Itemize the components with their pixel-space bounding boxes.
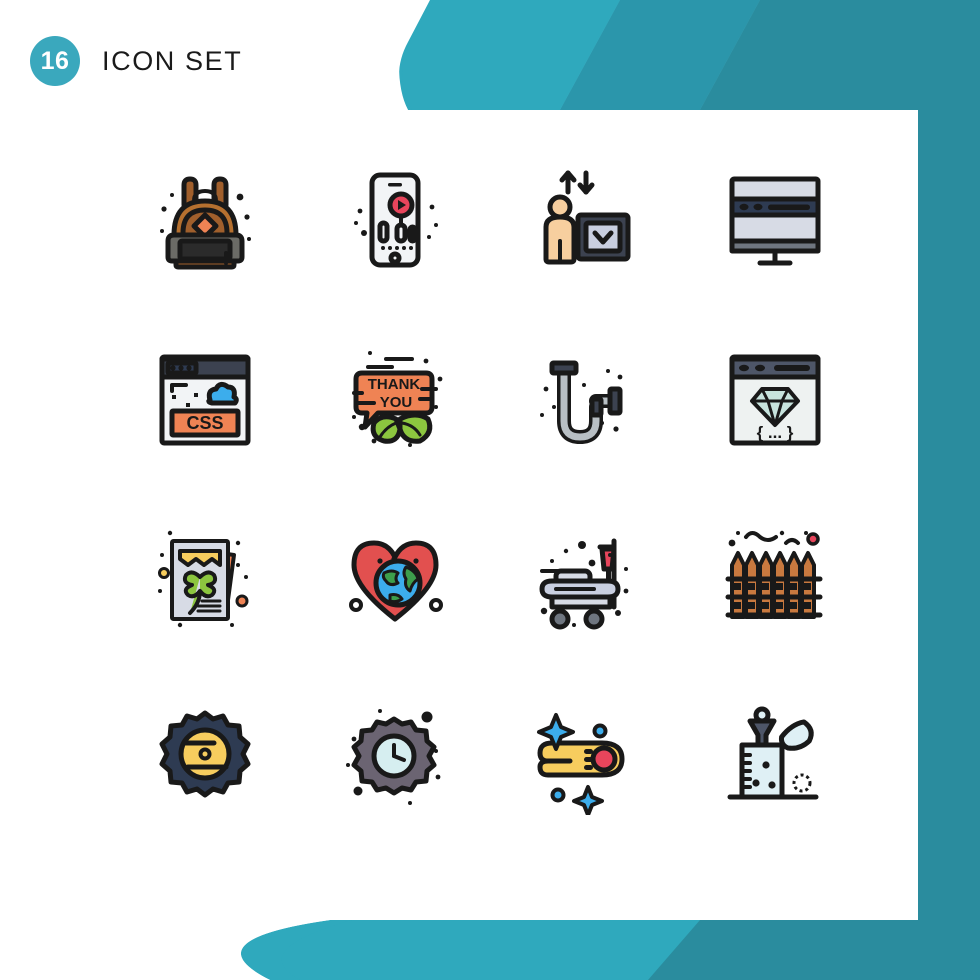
diamond-code-browser-icon: { ... } — [729, 354, 821, 446]
hospital-stretcher-icon — [539, 538, 629, 630]
desktop-monitor-icon — [729, 176, 821, 266]
right-teal-band — [918, 0, 980, 980]
icon-cell-heart-globe[interactable] — [300, 490, 490, 670]
icon-cell-gear-clock[interactable] — [300, 670, 490, 850]
icon-grid: CSS THANK YOU {...} — [110, 130, 870, 850]
lab-funnel-beaker-icon — [727, 706, 819, 800]
icon-cell-desktop-monitor[interactable] — [680, 130, 870, 310]
gear-clock-icon — [346, 709, 441, 805]
icon-cell-wooden-fence[interactable] — [680, 490, 870, 670]
thank-you-line1: THANK — [368, 376, 421, 393]
top-teal-bands-overlay — [402, 0, 980, 110]
thank-you-line2: YOU — [380, 394, 413, 411]
top-teal-bands — [399, 0, 980, 110]
thank-you-leaf-icon: THANK YOU — [352, 351, 443, 447]
icon-cell-person-upload-download[interactable] — [490, 130, 680, 310]
icon-cell-mobile-music-player[interactable] — [300, 130, 490, 310]
icon-cell-backpack[interactable] — [110, 130, 300, 310]
person-upload-download-icon — [543, 170, 631, 265]
css-browser-icon: CSS — [159, 354, 251, 446]
icon-cell-hospital-stretcher[interactable] — [490, 490, 680, 670]
clover-certificate-icon — [158, 530, 249, 628]
icon-cell-diamond-code-browser[interactable]: { ... } — [680, 310, 870, 490]
icon-set-poster: 16 Icon Set — [0, 0, 980, 980]
icon-cell-clover-certificate[interactable] — [110, 490, 300, 670]
icon-cell-lab-funnel-beaker[interactable] — [680, 670, 870, 850]
icon-cell-pipe-plumbing[interactable] — [490, 310, 680, 490]
page-title: Icon Set — [102, 45, 243, 76]
bottom-teal-bands — [240, 920, 980, 980]
icon-count-badge: 16 — [30, 36, 80, 86]
css-label: CSS — [186, 413, 223, 433]
backpack-icon — [160, 176, 251, 270]
wooden-fence-icon — [725, 530, 823, 619]
icon-cell-gear-cog[interactable] — [110, 670, 300, 850]
mobile-music-player-icon — [354, 172, 438, 268]
icon-cell-css-browser[interactable]: CSS — [110, 310, 300, 490]
pipe-plumbing-icon — [540, 360, 623, 444]
gear-cog-icon — [159, 710, 251, 798]
heart-globe-icon — [349, 540, 443, 622]
code-braces-label: { ... } — [757, 423, 794, 442]
icon-cell-thank-you-leaf[interactable]: THANK YOU — [300, 310, 490, 490]
bottom-teal-bands-overlay — [281, 920, 980, 980]
comet-meteor-icon — [537, 713, 625, 815]
icon-cell-comet-meteor[interactable] — [490, 670, 680, 850]
poster-header: 16 Icon Set — [30, 36, 242, 86]
